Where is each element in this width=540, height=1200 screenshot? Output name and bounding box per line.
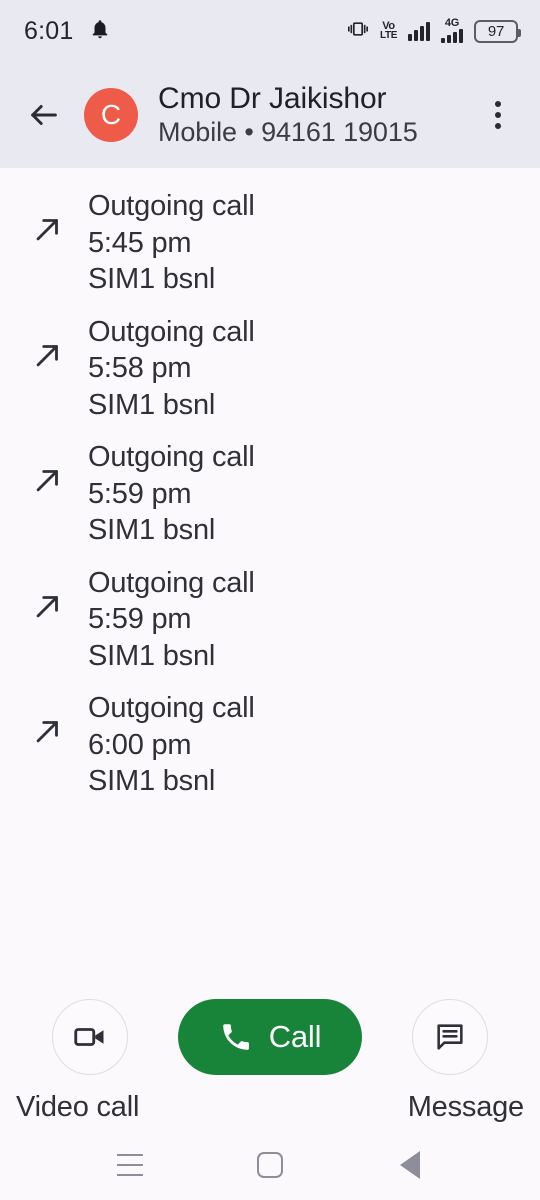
contact-header: C Cmo Dr Jaikishor Mobile • 94161 19015	[0, 62, 540, 168]
android-navigation-bar	[0, 1130, 540, 1200]
network-type-icon: 4G	[441, 17, 463, 43]
contact-name: Cmo Dr Jaikishor	[158, 82, 387, 115]
back-button[interactable]	[18, 89, 70, 141]
battery-icon: 97	[474, 19, 521, 43]
status-bar-left: 6:01	[24, 17, 111, 46]
call-time-label: 5:59 pm	[88, 603, 192, 636]
vibrate-icon	[347, 19, 369, 44]
contact-phone-number: Mobile • 94161 19015	[158, 117, 418, 147]
volte-lte-label: LTE	[380, 30, 397, 42]
outgoing-call-arrow-icon	[28, 212, 68, 246]
call-history-item-text: Outgoing call 5:59 pm SIM1 bsnl	[88, 439, 255, 549]
outgoing-call-arrow-icon	[28, 714, 68, 748]
call-type-label: Outgoing call	[88, 441, 255, 474]
call-button[interactable]: Call	[178, 999, 362, 1075]
signal-bars-icon	[408, 21, 430, 41]
outgoing-call-arrow-icon	[28, 589, 68, 623]
contact-header-texts: Cmo Dr Jaikishor Mobile • 94161 19015	[158, 82, 478, 148]
back-arrow-icon	[31, 105, 57, 125]
call-sim-label: SIM1 bsnl	[88, 765, 216, 798]
outgoing-call-arrow-icon	[28, 463, 68, 497]
status-bar-right: Vo LTE 4G 97	[347, 17, 521, 44]
recents-icon[interactable]	[95, 1140, 165, 1190]
call-time-label: 5:58 pm	[88, 352, 192, 385]
phone-icon	[222, 1024, 249, 1050]
battery-level-label: 97	[487, 22, 505, 40]
avatar[interactable]: C	[84, 88, 138, 142]
call-history-item-text: Outgoing call 6:00 pm SIM1 bsnl	[88, 690, 255, 800]
call-sim-label: SIM1 bsnl	[88, 263, 216, 296]
call-time-label: 5:45 pm	[88, 226, 192, 259]
call-sim-label: SIM1 bsnl	[88, 514, 216, 547]
message-bubble-icon	[437, 1024, 463, 1050]
video-call-label: Video call	[16, 1091, 140, 1123]
call-type-label: Outgoing call	[88, 566, 255, 599]
call-time-label: 5:59 pm	[88, 477, 192, 510]
call-history-list: Outgoing call 5:45 pm SIM1 bsnl Outgoing…	[0, 168, 540, 991]
call-type-label: Outgoing call	[88, 692, 255, 725]
back-triangle-icon	[386, 1151, 420, 1179]
call-history-item[interactable]: Outgoing call 5:59 pm SIM1 bsnl	[0, 431, 540, 557]
status-bar-clock: 6:01	[24, 16, 74, 45]
contact-actions-bar: Call Video call Message	[0, 991, 540, 1130]
call-history-item[interactable]: Outgoing call 5:58 pm SIM1 bsnl	[0, 306, 540, 432]
call-history-item[interactable]: Outgoing call 6:00 pm SIM1 bsnl	[0, 682, 540, 808]
call-sim-label: SIM1 bsnl	[88, 388, 216, 421]
call-history-item-text: Outgoing call 5:59 pm SIM1 bsnl	[88, 565, 255, 675]
status-bar: 6:01 Vo LTE 4G 97	[0, 0, 540, 62]
contact-actions-labels: Video call Message	[0, 1075, 540, 1124]
bell-icon	[89, 18, 111, 45]
call-button-label: Call	[268, 1019, 322, 1054]
call-history-item-text: Outgoing call 5:58 pm SIM1 bsnl	[88, 314, 255, 424]
video-call-button[interactable]	[52, 999, 128, 1075]
call-type-label: Outgoing call	[88, 315, 255, 348]
call-history-item[interactable]: Outgoing call 5:45 pm SIM1 bsnl	[0, 180, 540, 306]
home-button[interactable]	[235, 1140, 305, 1190]
home-square-icon	[257, 1152, 283, 1178]
call-sim-label: SIM1 bsnl	[88, 639, 216, 672]
call-type-label: Outgoing call	[88, 190, 255, 222]
video-camera-icon	[74, 1028, 104, 1046]
call-time-label: 6:00 pm	[88, 728, 192, 761]
call-history-item-text: Outgoing call 5:45 pm SIM1 bsnl	[88, 188, 255, 298]
volte-icon: Vo LTE	[380, 20, 397, 42]
back-nav-button[interactable]	[375, 1140, 445, 1190]
network-type-label: 4G	[444, 17, 460, 29]
outgoing-call-arrow-icon	[28, 338, 68, 372]
message-label: Message	[407, 1091, 524, 1123]
call-history-item[interactable]: Outgoing call 5:59 pm SIM1 bsnl	[0, 557, 540, 683]
phone-screen: 6:01 Vo LTE 4G 97 C Cmo Dr Jaikishor Mob…	[0, 0, 540, 1200]
contact-actions-row: Call	[0, 999, 540, 1075]
more-vertical-icon[interactable]	[478, 89, 518, 141]
message-button[interactable]	[412, 999, 488, 1075]
